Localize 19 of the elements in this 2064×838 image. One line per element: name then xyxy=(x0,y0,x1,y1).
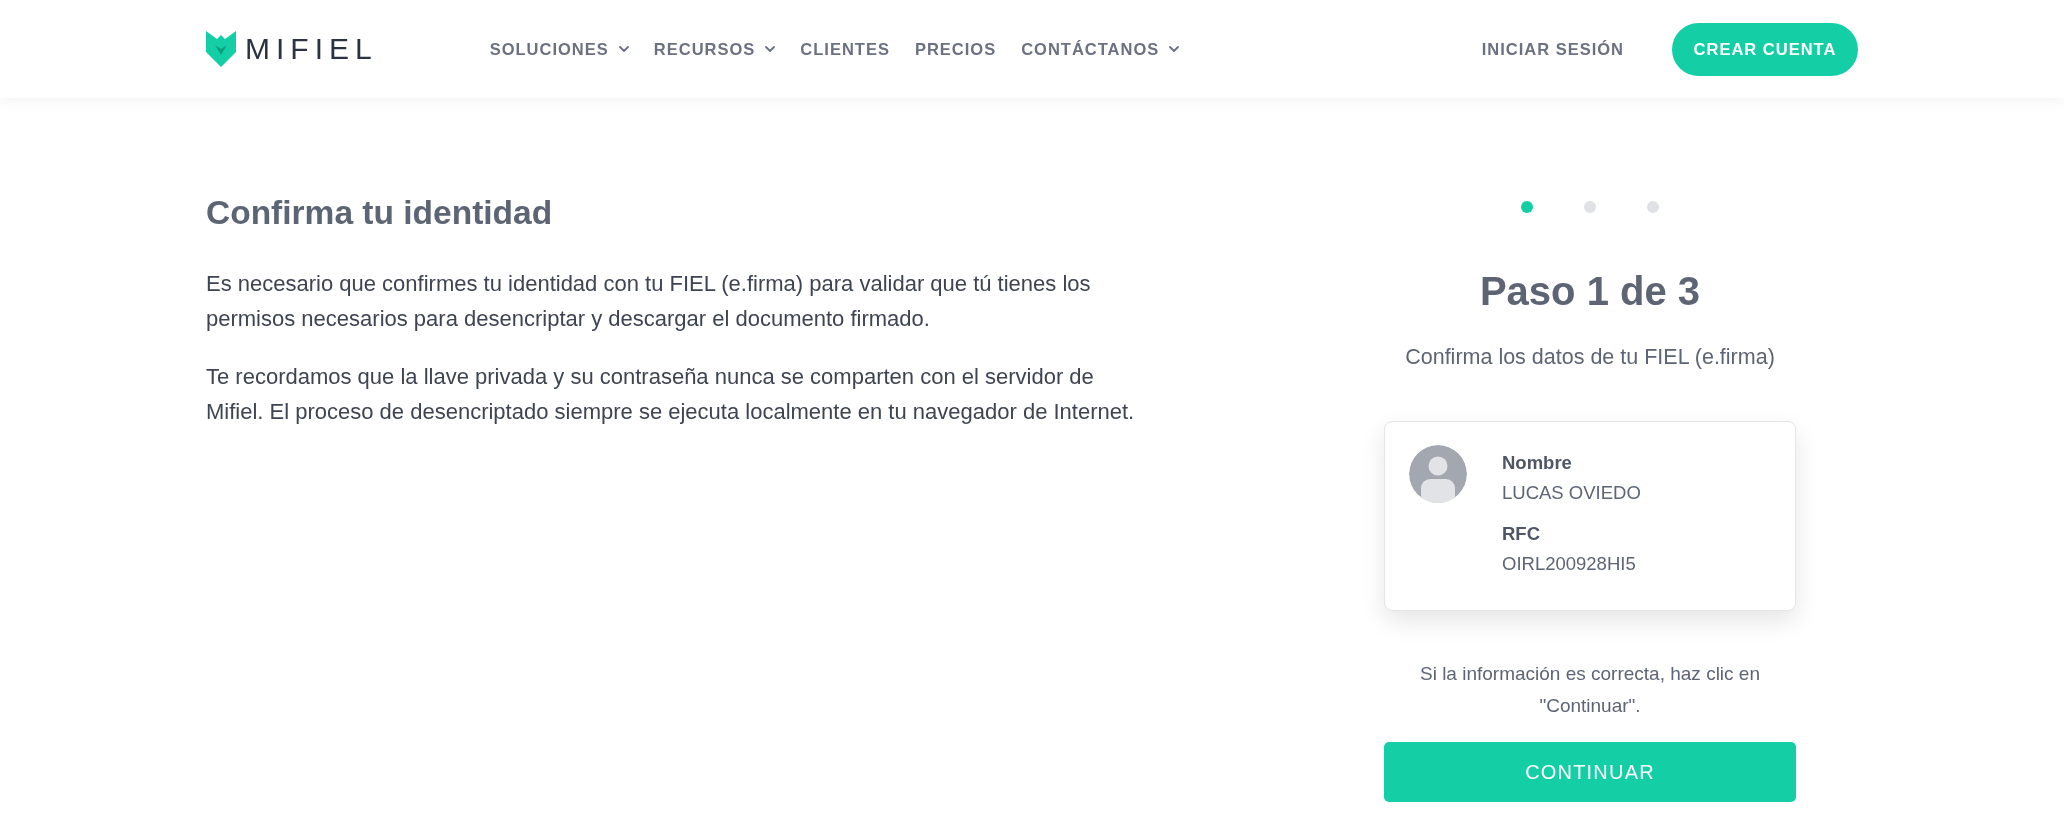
nav-link[interactable]: CLIENTES xyxy=(800,39,890,59)
field-value: LUCAS OVIEDO xyxy=(1502,481,1641,505)
field-label: RFC xyxy=(1502,522,1542,546)
paragraph: Te recordamos que la llave privada y su contraseña nunca se comparten con el servidor de Mifiel. El proceso de desencriptado siempre se ejecuta localmente en tu navegador de Internet. xyxy=(206,363,1136,426)
logo-wordmark[interactable]: MIFIEL xyxy=(245,31,378,67)
instruction-text: Si la información es correcta, haz clic en "Continuar". xyxy=(1418,662,1761,718)
step-subtitle: Confirma los datos de tu FIEL (e.firma) xyxy=(1405,344,1775,371)
nav-link[interactable]: CONTÁCTANOS xyxy=(1021,39,1180,59)
nav-link[interactable]: RECURSOS xyxy=(653,39,776,59)
nav-link[interactable]: SOLUCIONES xyxy=(489,39,629,59)
logo-icon[interactable] xyxy=(206,31,236,67)
field-value: OIRL200928HI5 xyxy=(1502,552,1637,576)
field-label: Nombre xyxy=(1502,451,1573,475)
step-title: Paso 1 de 3 xyxy=(1479,268,1701,315)
paragraph: Es necesario que confirmes tu identidad con tu FIEL (e.firma) para validar que tú tienes los permisos necesarios para desencriptar y descargar el documento firmado. xyxy=(206,270,1092,333)
section-title: Confirma tu identidad xyxy=(206,193,554,233)
login-link[interactable]: INICIAR SESIÓN xyxy=(1481,39,1624,59)
nav-link[interactable]: PRECIOS xyxy=(914,39,997,59)
avatar-icon xyxy=(1409,445,1467,503)
